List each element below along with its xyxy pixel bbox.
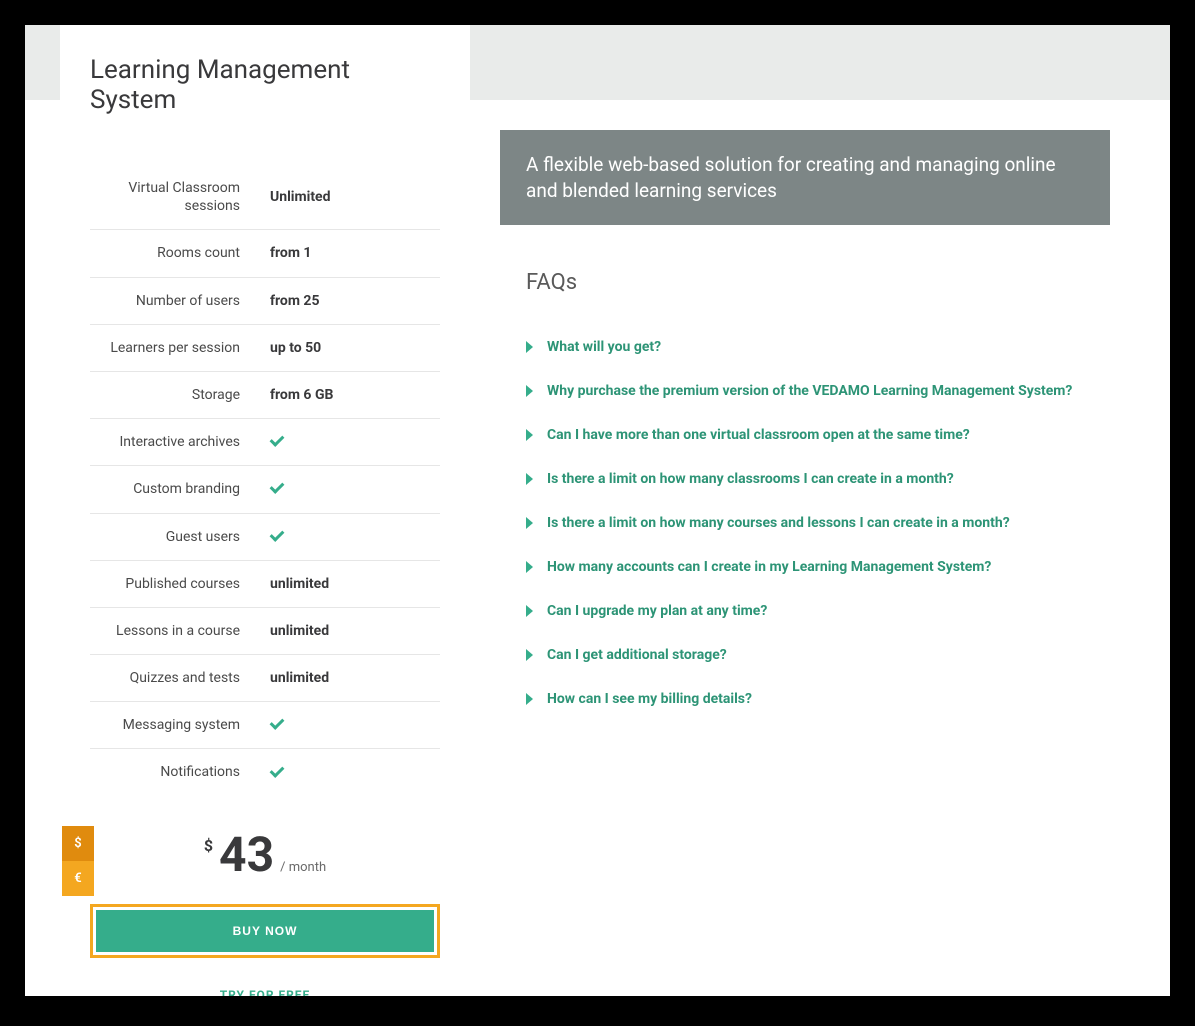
feature-label: Learners per session [90, 339, 270, 357]
faq-question: Is there a limit on how many classrooms … [547, 471, 954, 487]
feature-row: Messaging system [90, 702, 440, 749]
feature-row: Lessons in a courseunlimited [90, 608, 440, 655]
feature-value [270, 765, 440, 781]
faq-item[interactable]: Is there a limit on how many classrooms … [526, 457, 1110, 501]
feature-label: Storage [90, 386, 270, 404]
feature-row: Virtual Classroom sessionsUnlimited [90, 165, 440, 230]
chevron-right-icon [526, 429, 533, 441]
chevron-right-icon [526, 693, 533, 705]
check-icon [270, 767, 286, 777]
feature-label: Lessons in a course [90, 622, 270, 640]
check-icon [270, 719, 286, 729]
price-amount: 43 [219, 826, 274, 883]
chevron-right-icon [526, 517, 533, 529]
feature-label: Messaging system [90, 716, 270, 734]
feature-row: Storagefrom 6 GB [90, 372, 440, 419]
faq-list: What will you get? Why purchase the premi… [526, 325, 1110, 721]
check-icon [270, 436, 286, 446]
faq-item[interactable]: How can I see my billing details? [526, 677, 1110, 721]
feature-value: unlimited [270, 623, 440, 639]
faq-question: How many accounts can I create in my Lea… [547, 559, 991, 575]
chevron-right-icon [526, 649, 533, 661]
feature-label: Rooms count [90, 244, 270, 262]
faq-question: What will you get? [547, 339, 661, 355]
faq-question: Can I get additional storage? [547, 647, 727, 663]
buy-button-wrap: BUY NOW [90, 904, 440, 958]
feature-table: Virtual Classroom sessionsUnlimitedRooms… [90, 165, 440, 796]
faq-question: Can I upgrade my plan at any time? [547, 603, 767, 619]
feature-label: Published courses [90, 575, 270, 593]
chevron-right-icon [526, 561, 533, 573]
faq-title: FAQs [526, 270, 1110, 295]
feature-label: Virtual Classroom sessions [90, 179, 270, 215]
feature-value [270, 481, 440, 497]
feature-value: unlimited [270, 576, 440, 592]
faq-item[interactable]: Can I have more than one virtual classro… [526, 413, 1110, 457]
feature-row: Learners per sessionup to 50 [90, 325, 440, 372]
chevron-right-icon [526, 473, 533, 485]
feature-label: Number of users [90, 292, 270, 310]
feature-label: Interactive archives [90, 433, 270, 451]
faq-item[interactable]: What will you get? [526, 325, 1110, 369]
faq-item[interactable]: Why purchase the premium version of the … [526, 369, 1110, 413]
price-currency: $ [204, 836, 213, 855]
feature-label: Guest users [90, 528, 270, 546]
chevron-right-icon [526, 341, 533, 353]
faq-item[interactable]: Can I upgrade my plan at any time? [526, 589, 1110, 633]
feature-label: Quizzes and tests [90, 669, 270, 687]
right-panel: A flexible web-based solution for creati… [500, 130, 1110, 721]
feature-value: up to 50 [270, 340, 440, 356]
currency-tab-euro[interactable]: € [62, 861, 94, 896]
feature-value: Unlimited [270, 189, 440, 205]
price-display: $43/ month [90, 826, 440, 879]
faq-question: Can I have more than one virtual classro… [547, 427, 970, 443]
try-for-free-link[interactable]: TRY FOR FREE [90, 988, 440, 996]
check-icon [270, 483, 286, 493]
feature-value [270, 434, 440, 450]
feature-value: unlimited [270, 670, 440, 686]
feature-row: Number of usersfrom 25 [90, 278, 440, 325]
pricing-section: $ € $43/ month BUY NOW TRY FOR FREE [90, 826, 440, 996]
page-title: Learning Management System [90, 55, 440, 115]
faq-question: Why purchase the premium version of the … [547, 383, 1072, 399]
faq-item[interactable]: Is there a limit on how many courses and… [526, 501, 1110, 545]
feature-value: from 1 [270, 245, 440, 261]
currency-tabs: $ € [62, 826, 94, 896]
feature-row: Quizzes and testsunlimited [90, 655, 440, 702]
buy-now-button[interactable]: BUY NOW [96, 910, 434, 952]
left-panel: Learning Management System Virtual Class… [60, 25, 470, 996]
faq-question: How can I see my billing details? [547, 691, 752, 707]
currency-tab-dollar[interactable]: $ [62, 826, 94, 861]
feature-row: Interactive archives [90, 419, 440, 466]
feature-value [270, 717, 440, 733]
feature-label: Custom branding [90, 480, 270, 498]
faq-section: FAQs What will you get? Why purchase the … [500, 270, 1110, 721]
feature-row: Custom branding [90, 466, 440, 513]
faq-question: Is there a limit on how many courses and… [547, 515, 1010, 531]
check-icon [270, 531, 286, 541]
feature-row: Notifications [90, 749, 440, 795]
feature-value: from 25 [270, 293, 440, 309]
faq-item[interactable]: Can I get additional storage? [526, 633, 1110, 677]
feature-row: Rooms countfrom 1 [90, 230, 440, 277]
chevron-right-icon [526, 385, 533, 397]
feature-label: Notifications [90, 763, 270, 781]
price-period: / month [280, 860, 326, 875]
product-description: A flexible web-based solution for creati… [500, 130, 1110, 225]
feature-value [270, 529, 440, 545]
feature-value: from 6 GB [270, 387, 440, 403]
chevron-right-icon [526, 605, 533, 617]
feature-row: Guest users [90, 514, 440, 561]
feature-row: Published coursesunlimited [90, 561, 440, 608]
faq-item[interactable]: How many accounts can I create in my Lea… [526, 545, 1110, 589]
